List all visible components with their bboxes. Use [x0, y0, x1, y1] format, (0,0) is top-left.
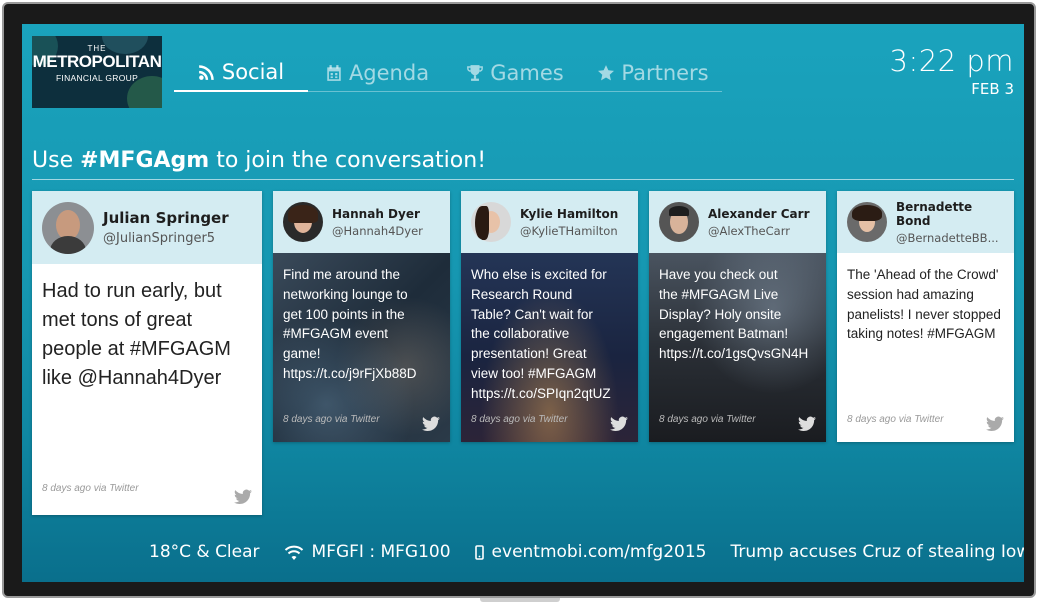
clock: 3:22 pm FEB 3	[890, 44, 1015, 98]
author-handle: @Hannah4Dyer	[332, 223, 423, 238]
tab-social-label: Social	[221, 60, 285, 84]
post-meta: 8 days ago via Twitter	[471, 414, 568, 426]
post-text-line: the #MFGAGM Live	[659, 286, 779, 302]
clock-date: FEB 3	[971, 80, 1014, 98]
post-text-line: game!	[283, 346, 321, 362]
avatar	[847, 202, 887, 242]
post-text-line: https://t.co/SPIqn2qtUZ	[471, 385, 611, 401]
post-text-line: networking lounge to	[283, 286, 408, 302]
post-text-line: Have you check out	[659, 267, 778, 282]
twitter-icon	[986, 416, 1004, 432]
twitter-icon	[422, 416, 440, 432]
banner-divider	[32, 179, 1014, 180]
tab-games[interactable]: Games	[446, 54, 584, 92]
app-url-text: eventmobi.com/mfg2015	[491, 542, 707, 562]
company-logo: THE METROPOLITAN FINANCIAL GROUP	[32, 36, 162, 108]
post-card[interactable]: Hannah Dyer @Hannah4Dyer Find me around …	[273, 191, 450, 442]
tab-partners-label: Partners	[621, 60, 709, 85]
post-text-line: Display? Holy onsite	[659, 306, 782, 322]
tab-social[interactable]: Social	[174, 54, 308, 92]
post-meta: 8 days ago via Twitter	[847, 414, 944, 426]
avatar	[659, 202, 699, 242]
post-text-line: https://t.co/1gsQvsGN4H	[659, 346, 809, 362]
author-name: Hannah Dyer	[332, 206, 420, 221]
post-header: Bernadette Bond @BernadetteBB...	[837, 191, 1014, 253]
tv-frame: THE METROPOLITAN FINANCIAL GROUP Social …	[2, 2, 1036, 598]
weather-item: 18°C & Clear	[149, 542, 260, 562]
post-header: Julian Springer @JulianSpringer5	[32, 191, 262, 264]
post-body: Had to run early, but met tons of great …	[32, 264, 262, 515]
post-text-line: #MFGAGM event	[283, 326, 389, 342]
avatar	[42, 201, 94, 254]
hashtag-banner: Use #MFGAgm to join the conversation!	[32, 148, 486, 173]
author-handle: @JulianSpringer5	[103, 231, 216, 246]
tab-agenda[interactable]: Agenda	[308, 54, 446, 92]
author-handle: @KylieTHamilton	[520, 223, 618, 238]
post-text-line: Who else is excited for	[471, 267, 607, 282]
post-header: Alexander Carr @AlexTheCarr	[649, 191, 826, 253]
post-meta: 8 days ago via Twitter	[659, 414, 756, 426]
news-headline: Trump accuses Cruz of stealing Iowa ca	[730, 542, 1024, 562]
post-text-line: the collaborative	[471, 326, 570, 342]
author-handle: @BernadetteBB...	[896, 230, 999, 245]
clock-time: 3:22 pm	[889, 44, 1014, 78]
author-name: Bernadette Bond	[896, 199, 973, 228]
display-screen: THE METROPOLITAN FINANCIAL GROUP Social …	[22, 24, 1024, 582]
post-text-line: Find me around the	[283, 267, 401, 282]
calendar-icon	[327, 64, 341, 81]
post-text-line: https://t.co/j9rFjXb88D	[283, 365, 417, 381]
star-icon	[598, 64, 615, 80]
wifi-icon	[284, 545, 303, 560]
post-body: Find me around the networking lounge to …	[273, 253, 450, 442]
info-ticker: 18°C & Clear MFGFI : MFG100 eventmobi.co…	[22, 536, 1024, 568]
author-handle: @AlexTheCarr	[708, 223, 790, 238]
weather-text: 18°C & Clear	[149, 542, 260, 562]
avatar	[471, 202, 511, 242]
main-nav: Social Agenda Games Partners	[174, 54, 722, 92]
app-item: eventmobi.com/mfg2015	[474, 542, 707, 562]
post-body: Who else is excited for Research Round T…	[461, 253, 638, 442]
post-meta: 8 days ago via Twitter	[42, 483, 139, 494]
post-text-line: Research Round	[471, 286, 573, 302]
twitter-icon	[798, 416, 816, 432]
author-name: Julian Springer	[103, 209, 229, 227]
banner-suffix: to join the conversation!	[209, 148, 487, 173]
wifi-item: MFGFI : MFG100	[284, 542, 451, 562]
banner-hashtag: #MFGAgm	[80, 148, 210, 173]
twitter-icon	[610, 416, 628, 432]
avatar	[283, 202, 323, 242]
post-text-line: engagement Batman!	[659, 326, 789, 342]
post-card[interactable]: Alexander Carr @AlexTheCarr Have you che…	[649, 191, 826, 442]
trophy-icon	[467, 64, 484, 81]
news-item: Trump accuses Cruz of stealing Iowa ca	[730, 542, 1024, 562]
post-card[interactable]: Kylie Hamilton @KylieTHamilton Who else …	[461, 191, 638, 442]
mobile-phone-icon	[474, 544, 484, 560]
author-name: Kylie Hamilton	[520, 206, 619, 221]
post-text-line: get 100 points in the	[283, 306, 405, 322]
post-header: Hannah Dyer @Hannah4Dyer	[273, 191, 450, 253]
post-body: Have you check out the #MFGAGM Live Disp…	[649, 253, 826, 442]
twitter-icon	[234, 489, 252, 505]
post-meta: 8 days ago via Twitter	[283, 414, 380, 426]
post-text: Had to run early, but met tons of great …	[42, 280, 231, 389]
banner-prefix: Use	[32, 148, 81, 173]
featured-post-card[interactable]: Julian Springer @JulianSpringer5 Had to …	[32, 191, 262, 515]
post-text-line: Table? Can't wait for	[471, 306, 593, 322]
post-card[interactable]: Bernadette Bond @BernadetteBB... The 'Ah…	[837, 191, 1014, 442]
post-body: The 'Ahead of the Crowd' session had ama…	[837, 253, 1014, 442]
rss-icon	[198, 65, 214, 80]
author-name: Alexander Carr	[708, 206, 810, 221]
tab-games-label: Games	[490, 60, 564, 85]
tv-stand	[480, 598, 560, 602]
tab-agenda-label: Agenda	[348, 60, 430, 85]
post-text-line: view too! #MFGAGM	[471, 365, 597, 381]
tab-partners[interactable]: Partners	[584, 54, 722, 92]
post-text-line: presentation! Great	[471, 346, 587, 362]
post-header: Kylie Hamilton @KylieTHamilton	[461, 191, 638, 253]
post-text: The 'Ahead of the Crowd' session had ama…	[847, 267, 1001, 342]
wifi-text: MFGFI : MFG100	[311, 542, 451, 562]
